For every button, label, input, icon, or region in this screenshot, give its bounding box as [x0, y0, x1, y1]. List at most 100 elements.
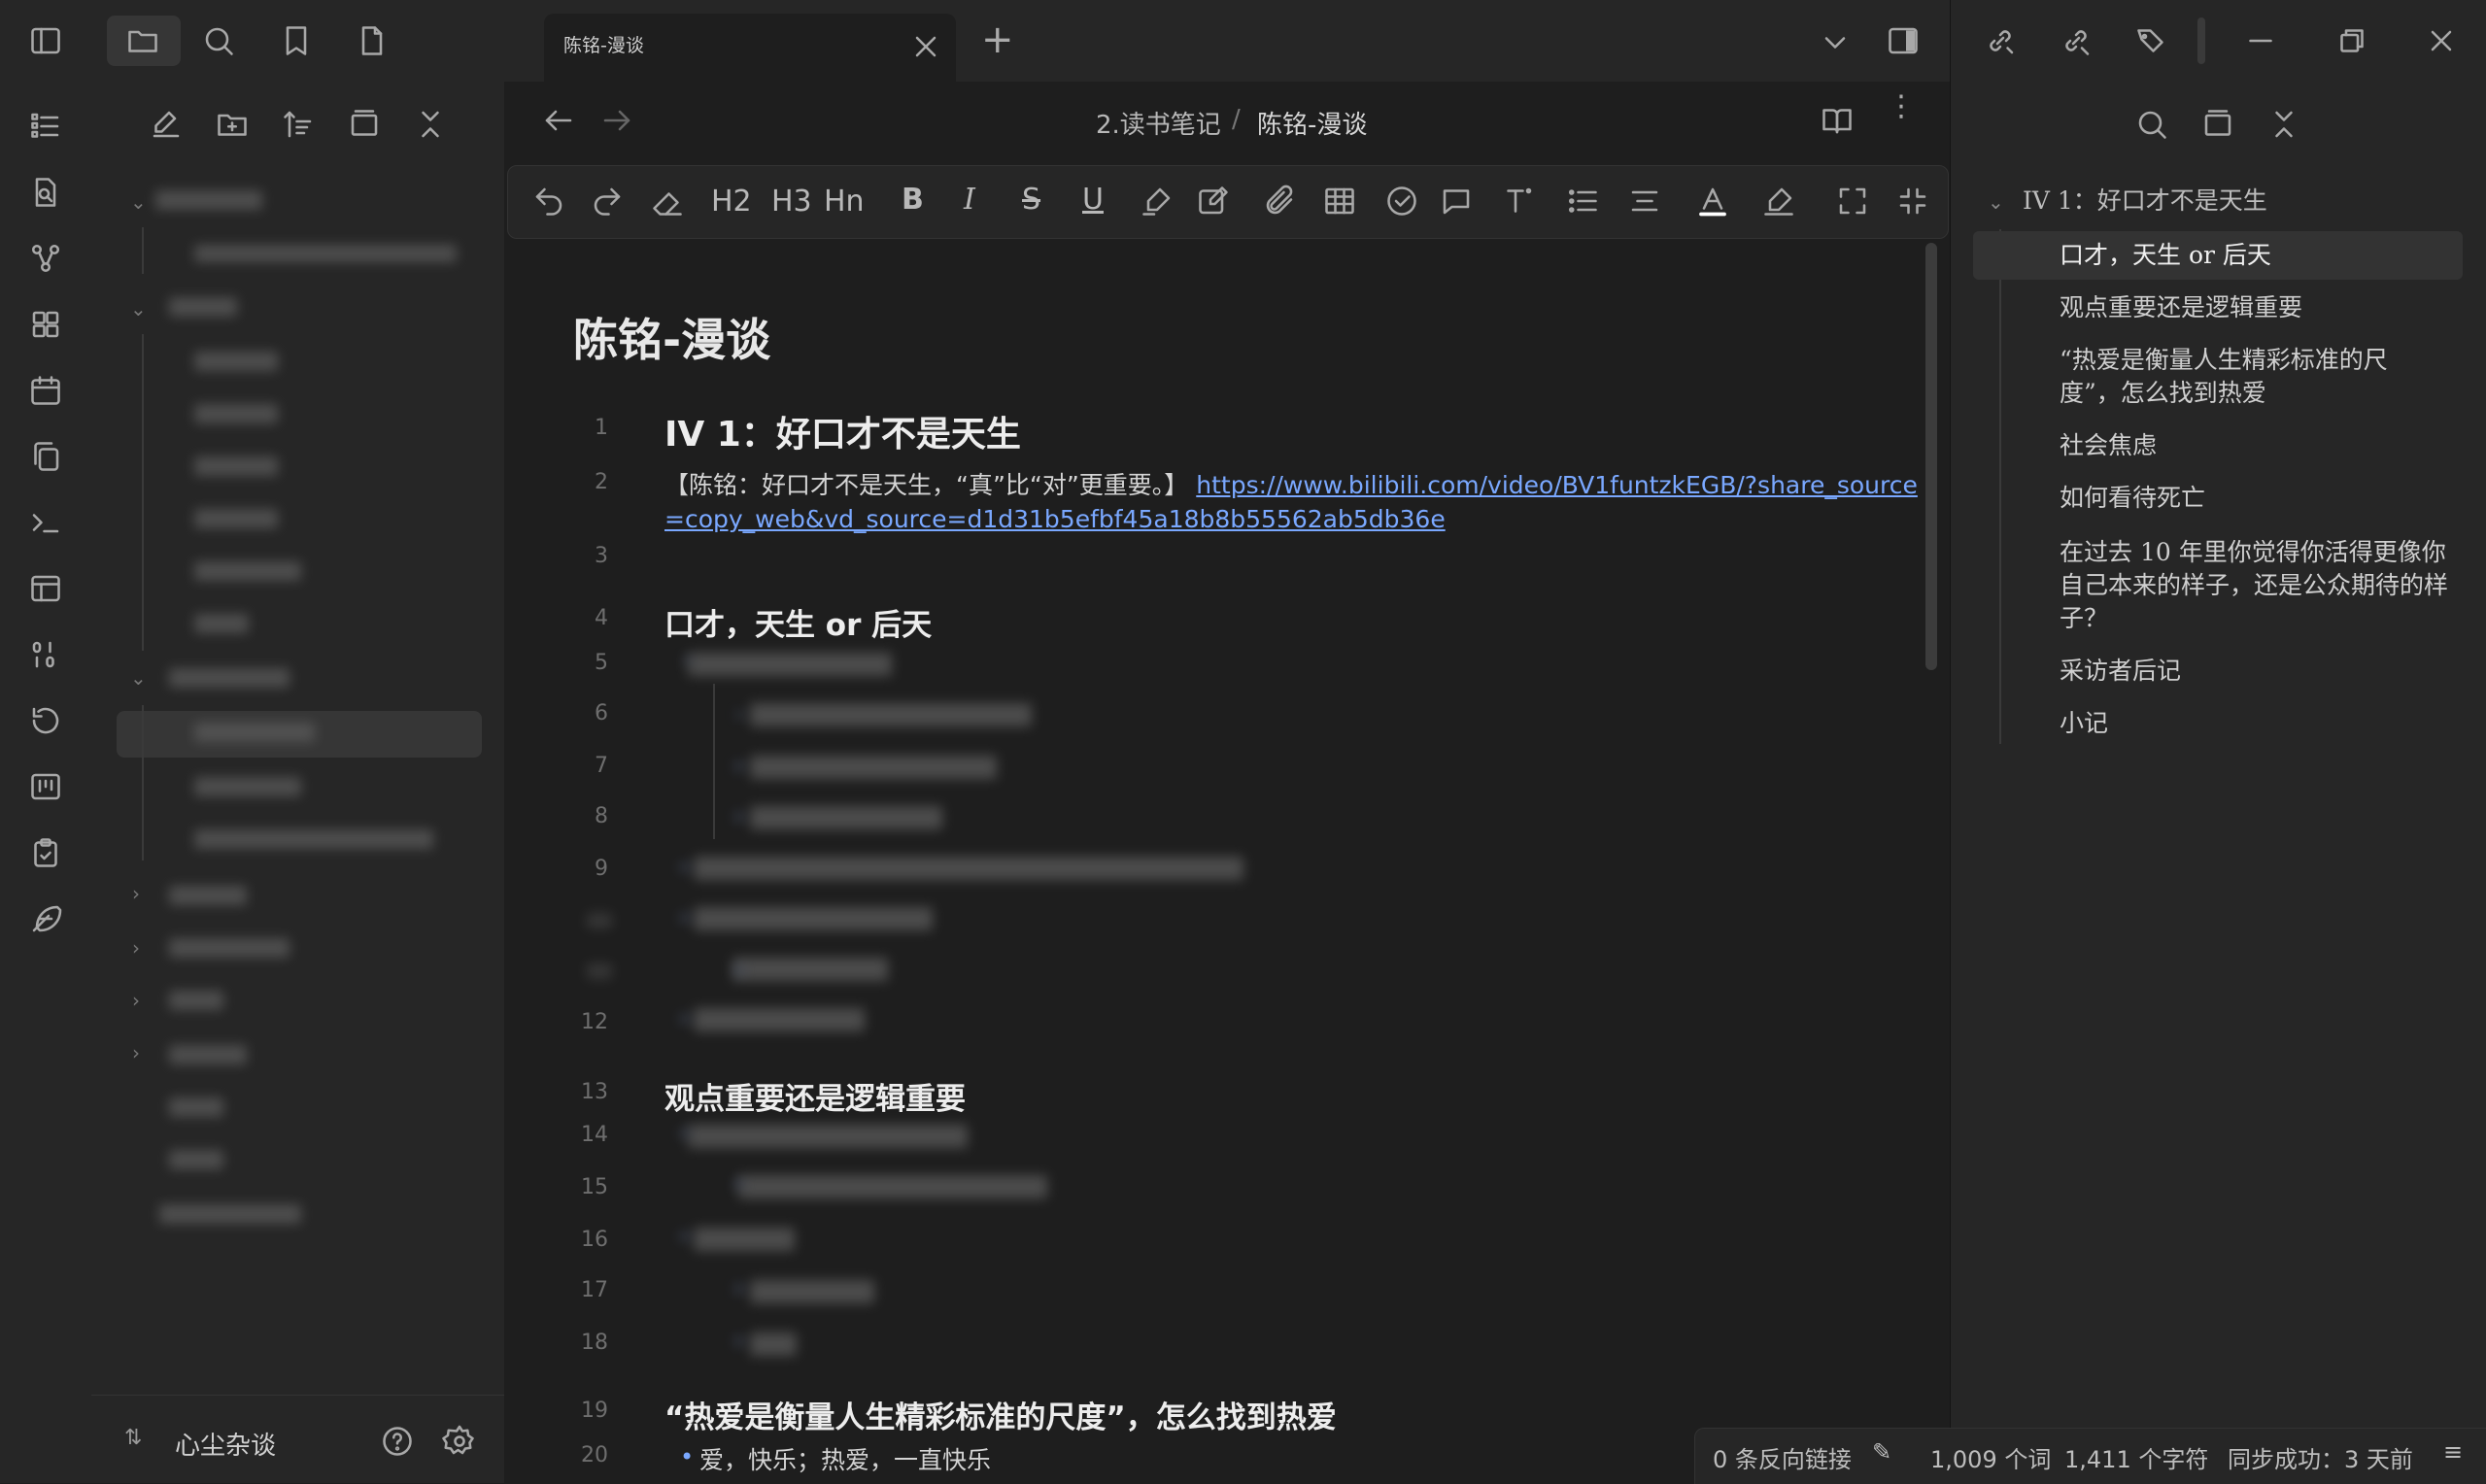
settings-gear-icon[interactable] [435, 1420, 484, 1463]
edit-mode-icon[interactable]: ✎ [1872, 1438, 1891, 1466]
terminal-icon[interactable] [21, 501, 70, 544]
undo-icon[interactable] [527, 179, 571, 223]
bilibili-link[interactable]: https://www.bilibili.com/video/BV1funtzk… [1196, 471, 1918, 499]
bold-button[interactable]: B [902, 183, 924, 217]
search-icon[interactable] [194, 19, 243, 62]
clipboard-check-icon[interactable] [21, 831, 70, 874]
tree-file[interactable] [194, 404, 278, 423]
chevron-down-icon[interactable]: ⌄ [130, 190, 147, 214]
eraser-icon[interactable] [645, 179, 690, 223]
more-options-icon[interactable]: ⋮ [1887, 92, 1916, 121]
heading-1[interactable]: IV 1：好口才不是天生 [664, 406, 1021, 456]
reading-view-icon[interactable] [1813, 99, 1861, 142]
text-format-icon[interactable] [1494, 179, 1543, 223]
tree-folder[interactable] [169, 991, 223, 1010]
heading-love[interactable]: “热爱是衡量人生精彩标准的尺度”，怎么找到热爱 [664, 1393, 1337, 1436]
heading-n-button[interactable]: Hn [824, 185, 865, 219]
outline-view-icon[interactable] [2194, 103, 2242, 146]
tree-folder[interactable] [169, 886, 247, 905]
table-icon[interactable] [1317, 179, 1362, 223]
tree-file[interactable] [159, 1204, 301, 1224]
chevron-down-icon[interactable] [1811, 21, 1859, 64]
feather-icon[interactable] [21, 897, 70, 940]
copy-icon[interactable] [21, 435, 70, 478]
new-note-icon[interactable] [142, 103, 190, 146]
tree-file[interactable] [194, 456, 278, 476]
tree-folder[interactable] [169, 1045, 247, 1064]
document-title[interactable]: 陈铭-漫谈 [573, 305, 770, 369]
align-center-icon[interactable] [1620, 179, 1669, 223]
outline-icon[interactable] [21, 105, 70, 148]
fullscreen-icon[interactable] [1830, 179, 1875, 223]
tree-folder[interactable] [169, 938, 289, 958]
tree-file[interactable] [194, 777, 301, 796]
graph-icon[interactable] [21, 237, 70, 280]
kanban-icon[interactable] [21, 765, 70, 808]
bookmark-icon[interactable] [272, 19, 321, 62]
tree-file[interactable] [194, 509, 278, 528]
heading-talent[interactable]: 口才，天生 or 后天 [664, 600, 932, 644]
outline-item[interactable]: 社会焦虑 [2060, 429, 2448, 462]
layout-icon[interactable] [21, 567, 70, 610]
back-arrow-icon[interactable] [536, 99, 581, 142]
vault-name[interactable]: 心尘杂谈 [175, 1426, 276, 1462]
outline-item[interactable]: 观点重要还是逻辑重要 [2060, 291, 2448, 324]
file-search-icon[interactable] [21, 171, 70, 214]
layers-icon[interactable]: ≡ [2443, 1438, 2463, 1466]
new-tab-button[interactable]: + [981, 17, 1014, 62]
attachment-icon[interactable] [1257, 179, 1302, 223]
edit-box-icon[interactable] [1191, 179, 1236, 223]
tree-file[interactable] [194, 352, 278, 371]
sort-icon[interactable] [274, 103, 323, 146]
folder-icon[interactable] [119, 19, 167, 62]
chevron-right-icon[interactable]: › [132, 1041, 140, 1064]
tree-folder[interactable] [169, 297, 237, 317]
outline-search-icon[interactable] [2128, 103, 2176, 146]
heading-view[interactable]: 观点重要还是逻辑重要 [664, 1074, 966, 1118]
tree-file[interactable] [169, 1097, 223, 1117]
chevron-right-icon[interactable]: › [132, 989, 140, 1012]
italic-button[interactable]: I [964, 183, 975, 217]
outline-collapse-icon[interactable] [2260, 103, 2308, 146]
outline-item[interactable]: “热爱是衡量人生精彩标准的尺度”，怎么找到热爱 [2060, 344, 2448, 410]
binary-icon[interactable] [21, 633, 70, 676]
chevron-down-icon[interactable]: ⌄ [1988, 190, 2004, 214]
file-icon[interactable] [348, 19, 396, 62]
outline-root[interactable]: IV 1：好口才不是天生 [2023, 185, 2411, 218]
sidebar-toggle-icon[interactable] [21, 19, 70, 62]
new-folder-icon[interactable] [208, 103, 256, 146]
link-icon[interactable] [1976, 19, 2025, 62]
tree-folder[interactable] [155, 190, 262, 210]
backlinks-count[interactable]: 0 条反向链接 [1713, 1440, 1852, 1474]
unlink-icon[interactable] [2052, 19, 2100, 62]
strikethrough-button[interactable]: S [1022, 183, 1040, 217]
background-color-icon[interactable] [1754, 179, 1803, 223]
breadcrumb-file[interactable]: 陈铭-漫谈 [1257, 105, 1367, 141]
chevron-right-icon[interactable]: › [132, 936, 140, 960]
task-check-icon[interactable] [1379, 179, 1424, 223]
chevron-down-icon[interactable]: ⌄ [130, 666, 147, 690]
comment-icon[interactable] [1432, 179, 1481, 223]
exit-fullscreen-icon[interactable] [1890, 179, 1935, 223]
sync-status[interactable]: 同步成功：3 天前 [2228, 1440, 2413, 1474]
tree-file[interactable] [194, 245, 457, 262]
chevron-right-icon[interactable]: › [132, 882, 140, 905]
restore-icon[interactable] [2328, 19, 2376, 62]
heading-3-button[interactable]: H3 [771, 185, 812, 219]
line-2-text[interactable]: 【陈铭：好口才不是天生，“真”比“对”更重要。】 https://www.bil… [664, 466, 1918, 501]
font-color-icon[interactable] [1688, 179, 1737, 223]
heading-2-button[interactable]: H2 [711, 185, 752, 219]
help-icon[interactable] [373, 1420, 422, 1463]
right-sidebar-toggle-icon[interactable] [1879, 19, 1927, 62]
chevron-down-icon[interactable]: ⌄ [130, 297, 147, 320]
tree-file[interactable] [194, 614, 249, 633]
bilibili-link-cont[interactable]: =copy_web&vd_source=d1d31b5efbf45a18b8b5… [664, 505, 1446, 533]
history-icon[interactable] [21, 699, 70, 742]
tree-file-active[interactable] [194, 723, 315, 742]
dashboard-icon[interactable] [21, 303, 70, 346]
minimize-icon[interactable] [2236, 19, 2285, 62]
vault-switch-icon[interactable]: ⇅ [124, 1426, 142, 1450]
breadcrumb-folder[interactable]: 2.读书笔记 [1096, 105, 1221, 141]
outline-item[interactable]: 在过去 10 年里你觉得你活得更像你自己本来的样子，还是公众期待的样子？ [2060, 536, 2448, 635]
forward-arrow-icon[interactable] [595, 99, 639, 142]
